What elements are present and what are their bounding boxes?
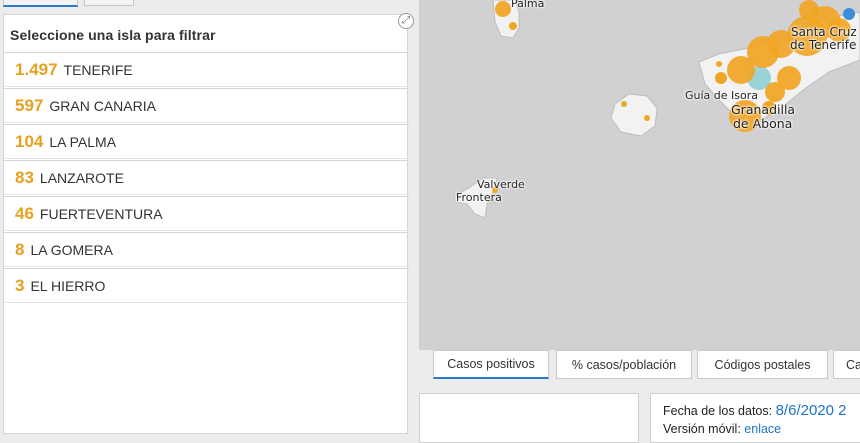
map-label-frontera: Frontera <box>456 191 502 204</box>
tab-casos-positivos[interactable]: Casos positivos <box>433 350 549 379</box>
top-button-1[interactable] <box>3 0 78 7</box>
tab-ca[interactable]: Ca <box>833 350 860 379</box>
map-canvas <box>454 0 860 219</box>
map-label-guia-de-isora: Guía de Isora <box>685 89 759 102</box>
map-view[interactable]: Palma Santa Cruz de Tenerife Guía de Iso… <box>419 0 860 350</box>
island-name: TENERIFE <box>63 61 133 78</box>
island-count: 597 <box>15 95 44 115</box>
date-label: Fecha de los datos: <box>663 404 773 418</box>
island-row-tenerife[interactable]: 1.497 TENERIFE <box>4 52 409 87</box>
bottom-left-panel <box>419 393 639 443</box>
mobile-label: Versión móvil: <box>663 422 741 436</box>
data-date-line: Fecha de los datos: 8/6/2020 2 <box>663 402 847 419</box>
island-count: 104 <box>15 131 44 151</box>
island-la-gomera-shape <box>610 93 658 137</box>
island-count: 83 <box>15 167 34 187</box>
tab-casos-poblacion[interactable]: % casos/población <box>556 350 692 379</box>
top-button-2[interactable] <box>84 0 134 6</box>
date-value: 8/6/2020 2 <box>775 402 847 419</box>
case-bubble <box>716 61 722 67</box>
island-count: 46 <box>15 203 34 223</box>
island-count: 1.497 <box>15 59 58 79</box>
panel-title: Seleccione una isla para filtrar <box>10 27 216 43</box>
island-count: 3 <box>15 275 25 295</box>
map-label-de-abona: de Abona <box>733 116 793 131</box>
island-list: 1.497 TENERIFE 597 GRAN CANARIA 104 LA PALM… <box>4 52 409 304</box>
case-bubble <box>509 22 517 30</box>
map-label-santa-cruz: Santa Cruz <box>791 25 857 39</box>
map-label-de-tenerife: de Tenerife <box>790 38 857 52</box>
case-bubble <box>799 0 819 20</box>
island-name: LA GOMERA <box>30 241 113 258</box>
map-label-palma: Palma <box>511 0 545 10</box>
island-row-lanzarote[interactable]: 83 LANZAROTE <box>4 160 409 195</box>
island-count: 8 <box>15 239 25 259</box>
case-bubble <box>644 115 650 121</box>
mobile-version-line: Versión móvil: enlace <box>663 422 781 436</box>
island-filter-panel: Seleccione una isla para filtrar 1.497 TE… <box>3 14 409 434</box>
island-name: LANZAROTE <box>39 169 124 186</box>
case-bubble <box>765 82 785 102</box>
island-row-la-gomera[interactable]: 8 LA GOMERA <box>4 232 409 267</box>
island-row-el-hierro[interactable]: 3 EL HIERRO <box>4 268 409 303</box>
map-label-valverde: Valverde <box>477 178 525 191</box>
island-name: FUERTEVENTURA <box>39 205 163 222</box>
tab-bar: Casos positivos % casos/población Código… <box>419 348 860 380</box>
island-name: GRAN CANARIA <box>49 97 156 114</box>
map-label-granadilla: Granadilla <box>731 102 796 117</box>
island-name: EL HIERRO <box>30 277 106 294</box>
case-bubble <box>495 1 511 17</box>
island-row-la-palma[interactable]: 104 LA PALMA <box>4 124 409 159</box>
island-name: LA PALMA <box>49 133 117 150</box>
case-bubble <box>715 72 727 84</box>
info-panel: Fecha de los datos: 8/6/2020 2 Versión m… <box>650 393 860 443</box>
case-bubble <box>843 8 855 20</box>
case-bubble <box>621 101 627 107</box>
island-row-gran-canaria[interactable]: 597 GRAN CANARIA <box>4 88 409 123</box>
mobile-link[interactable]: enlace <box>744 422 781 436</box>
expand-icon[interactable]: ⤢ <box>398 13 414 29</box>
tab-codigos-postales[interactable]: Códigos postales <box>697 350 828 379</box>
island-row-fuerteventura[interactable]: 46 FUERTEVENTURA <box>4 196 409 231</box>
